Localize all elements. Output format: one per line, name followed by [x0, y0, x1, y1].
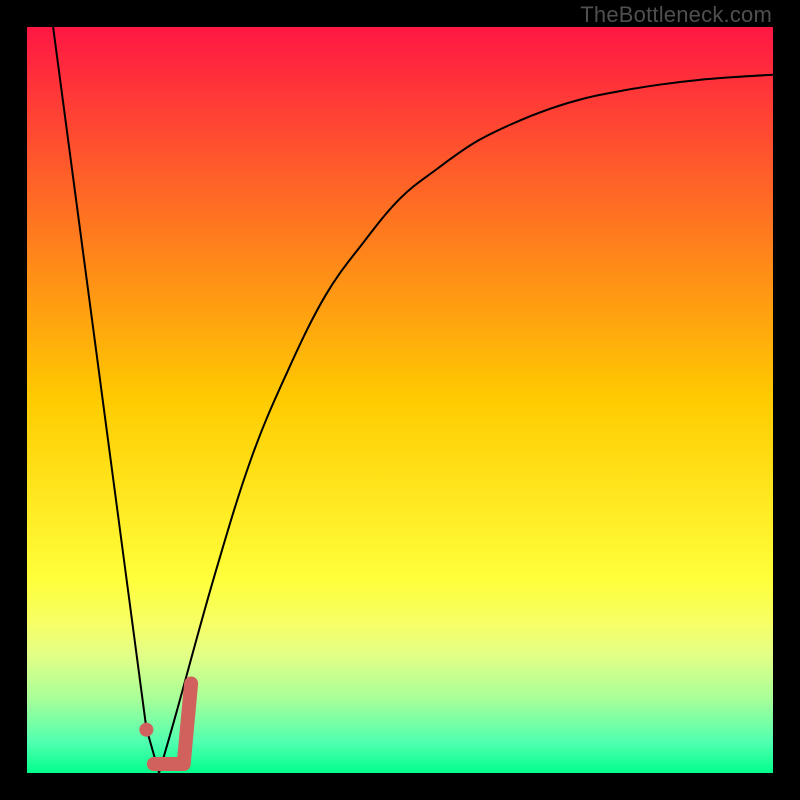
chart-plot-area: [27, 27, 773, 773]
series-marker-point: [139, 723, 153, 737]
chart-background: [27, 27, 773, 773]
chart-outer: TheBottleneck.com: [0, 0, 800, 800]
watermark-text: TheBottleneck.com: [580, 2, 772, 28]
chart-svg: [27, 27, 773, 773]
